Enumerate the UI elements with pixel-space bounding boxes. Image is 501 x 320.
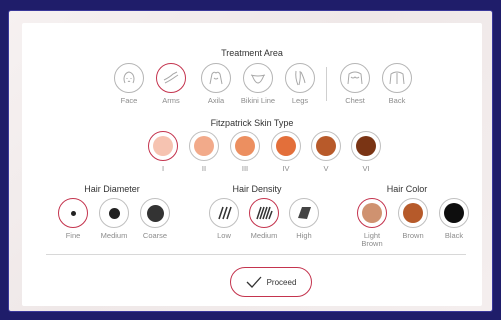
skin-type-4-option[interactable]	[271, 131, 301, 161]
arm-icon	[163, 71, 179, 84]
area-arms-option[interactable]	[156, 63, 186, 93]
area-bikini-option[interactable]	[243, 63, 273, 93]
brown-swatch	[403, 203, 423, 223]
skin-type-2-label: II	[201, 164, 207, 173]
light-brown-swatch	[362, 203, 382, 223]
hair-density-title: Hair Density	[232, 184, 282, 194]
legs-icon	[295, 70, 306, 86]
skin-type-3-label: III	[241, 164, 249, 173]
fine-dot-icon	[70, 210, 76, 216]
treatment-area-title: Treatment Area	[221, 48, 283, 58]
black-swatch	[444, 203, 464, 223]
low-density-icon	[218, 206, 232, 220]
diameter-medium-option[interactable]	[99, 198, 129, 228]
skin-type-5-label: V	[323, 164, 329, 173]
bikini-icon	[250, 74, 266, 84]
area-face-option[interactable]	[114, 63, 144, 93]
density-low-label: Low	[217, 231, 231, 240]
high-density-icon	[298, 207, 311, 219]
diameter-fine-label: Fine	[65, 231, 81, 240]
area-chest-label: Chest	[345, 96, 365, 105]
skin-type-4-label: IV	[282, 164, 290, 173]
skin-type-6-option[interactable]	[351, 131, 381, 161]
color-light-brown-option[interactable]	[357, 198, 387, 228]
chest-icon	[347, 71, 363, 85]
app-frame: Treatment Area Face Arms Axila Bikini Li…	[8, 10, 493, 312]
skin-type-2-option[interactable]	[189, 131, 219, 161]
area-axila-label: Axila	[207, 96, 225, 105]
area-axila-option[interactable]	[201, 63, 231, 93]
color-black-option[interactable]	[439, 198, 469, 228]
skin-type-6-swatch	[356, 136, 376, 156]
density-high-label: High	[296, 231, 312, 240]
diameter-coarse-option[interactable]	[140, 198, 170, 228]
skin-type-2-swatch	[194, 136, 214, 156]
proceed-label: Proceed	[266, 277, 297, 287]
area-legs-option[interactable]	[285, 63, 315, 93]
face-icon	[123, 71, 135, 84]
area-divider	[326, 67, 327, 101]
skin-type-5-option[interactable]	[311, 131, 341, 161]
density-medium-label: Medium	[250, 231, 278, 240]
skin-type-4-swatch	[276, 136, 296, 156]
hair-color-title: Hair Color	[386, 184, 428, 194]
section-divider	[46, 254, 466, 255]
area-arms-label: Arms	[162, 96, 180, 105]
skin-type-1-swatch	[153, 136, 173, 156]
area-legs-label: Legs	[291, 96, 309, 105]
medium-density-icon	[256, 206, 273, 220]
density-high-option[interactable]	[289, 198, 319, 228]
back-icon	[389, 71, 405, 85]
diameter-medium-label: Medium	[100, 231, 128, 240]
density-low-option[interactable]	[209, 198, 239, 228]
color-light-brown-label: Light Brown	[361, 231, 383, 248]
color-brown-label: Brown	[402, 231, 424, 240]
medium-dot-icon	[108, 207, 120, 219]
checkmark-icon	[246, 276, 262, 288]
area-back-option[interactable]	[382, 63, 412, 93]
color-brown-option[interactable]	[398, 198, 428, 228]
axilla-icon	[209, 71, 223, 85]
skin-type-5-swatch	[316, 136, 336, 156]
area-face-label: Face	[120, 96, 138, 105]
hair-diameter-title: Hair Diameter	[84, 184, 140, 194]
skin-type-3-option[interactable]	[230, 131, 260, 161]
skin-type-6-label: VI	[362, 164, 370, 173]
diameter-fine-option[interactable]	[58, 198, 88, 228]
skin-type-title: Fitzpatrick Skin Type	[210, 118, 294, 128]
proceed-button[interactable]: Proceed	[230, 267, 312, 297]
area-chest-option[interactable]	[340, 63, 370, 93]
coarse-dot-icon	[146, 204, 164, 222]
density-medium-option[interactable]	[249, 198, 279, 228]
skin-type-1-option[interactable]	[148, 131, 178, 161]
color-black-label: Black	[444, 231, 464, 240]
area-back-label: Back	[388, 96, 406, 105]
diameter-coarse-label: Coarse	[142, 231, 168, 240]
area-bikini-label: Bikini Line	[240, 96, 276, 105]
treatment-settings-card: Treatment Area Face Arms Axila Bikini Li…	[22, 23, 482, 306]
skin-type-1-label: I	[161, 164, 165, 173]
skin-type-3-swatch	[235, 136, 255, 156]
